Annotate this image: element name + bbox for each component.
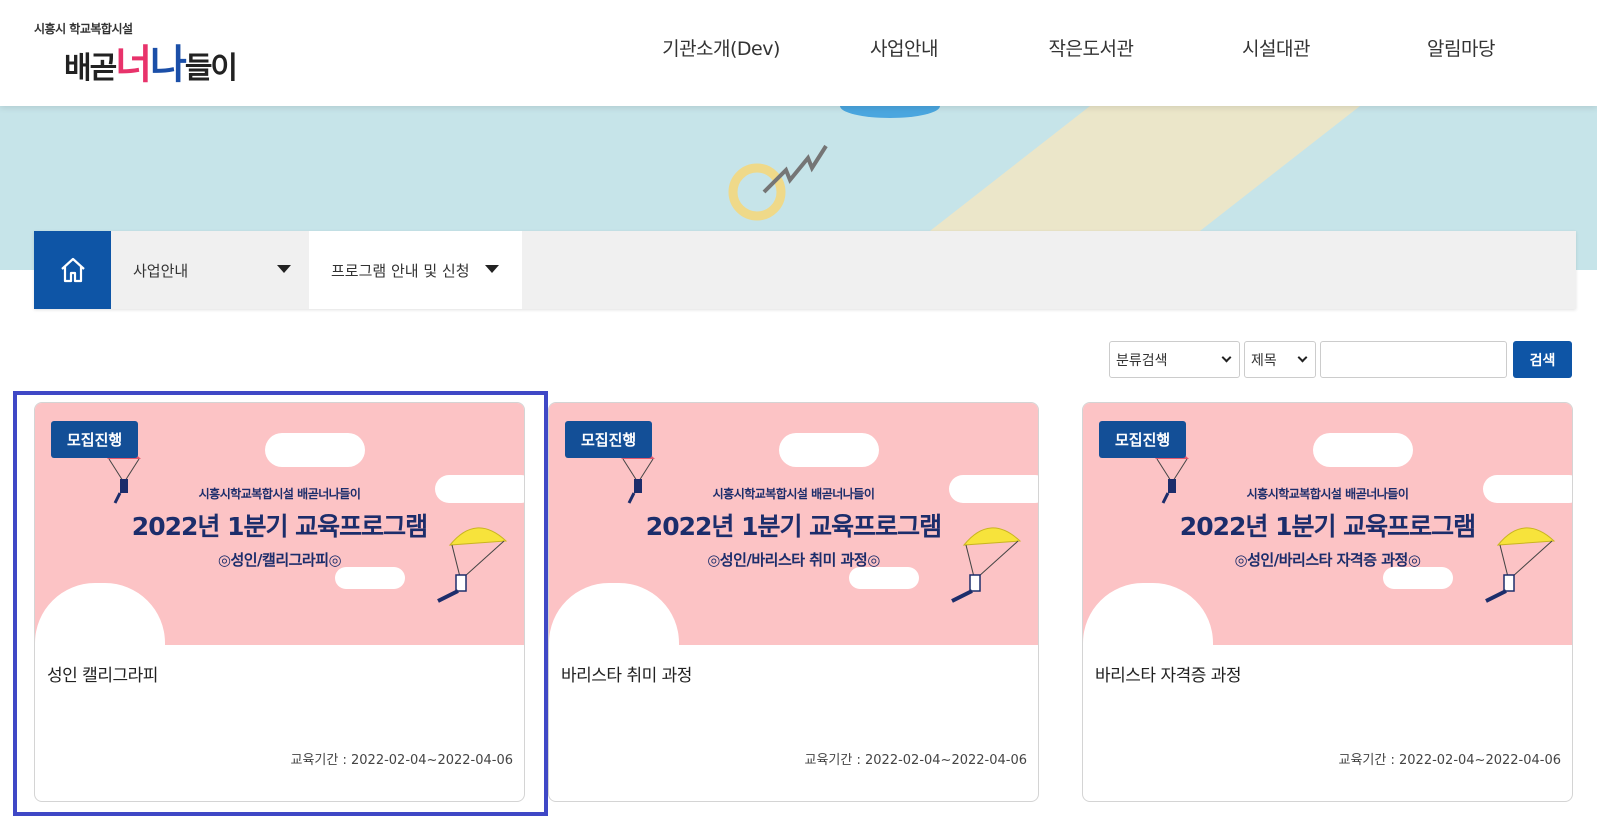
program-poster: 모집진행 시흥시학교복합시설 배곧너나들이 2022년 1분기 교육프로그램 ◎… xyxy=(549,403,1038,645)
nav-item-rental[interactable]: 시설대관 xyxy=(1166,34,1386,61)
poster-org: 시흥시학교복합시설 배곧너나들이 xyxy=(712,487,875,501)
site-logo[interactable]: 시흥시 학교복합시설 배곧너나들이 xyxy=(30,4,310,94)
program-poster: 모집진행 시흥시학교복합시설 배곧너나들이 2022년 1분기 교육프로그램 ◎… xyxy=(35,403,524,645)
logo-wordmark: 배곧너나들이 xyxy=(64,42,238,88)
program-card-list: 모집진행 시흥시학교복합시설 배곧너나들이 2022년 1분기 교육프로그램 ◎… xyxy=(34,402,1576,802)
breadcrumb-level1-dropdown[interactable]: 사업안내 xyxy=(111,231,309,309)
breadcrumb-level2-dropdown[interactable]: 프로그램 안내 및 신청 xyxy=(309,231,522,309)
breadcrumb-level2-label: 프로그램 안내 및 신청 xyxy=(331,261,470,280)
search-bar: 분류검색 제목 검색 xyxy=(1109,341,1572,378)
field-select[interactable]: 제목 xyxy=(1244,341,1316,378)
card-period: 교육기간 : 2022-02-04~2022-04-06 xyxy=(290,753,513,768)
program-card[interactable]: 모집진행 시흥시학교복합시설 배곧너나들이 2022년 1분기 교육프로그램 ◎… xyxy=(548,402,1039,802)
status-badge: 모집진행 xyxy=(51,421,139,458)
card-period: 교육기간 : 2022-02-04~2022-04-06 xyxy=(804,753,1027,768)
status-badge: 모집진행 xyxy=(1099,421,1187,458)
breadcrumb-level1-label: 사업안내 xyxy=(133,261,189,280)
poster-headline: 2022년 1분기 교육프로그램 xyxy=(1179,512,1476,541)
card-title[interactable]: 성인 캘리그라피 xyxy=(47,661,158,686)
home-button[interactable] xyxy=(34,231,111,309)
home-icon xyxy=(60,257,85,283)
poster-subtitle: ◎성인/바리스타 자격증 과정◎ xyxy=(1234,551,1421,569)
poster-org: 시흥시학교복합시설 배곧너나들이 xyxy=(198,487,361,501)
nav-item-business[interactable]: 사업안내 xyxy=(792,34,1016,61)
poster-subtitle: ◎성인/캘리그라피◎ xyxy=(217,551,342,569)
poster-subtitle: ◎성인/바리스타 취미 과정◎ xyxy=(707,551,880,569)
main-nav: 기관소개(Dev) 사업안내 작은도서관 시설대관 알림마당 xyxy=(650,34,1536,61)
card-period: 교육기간 : 2022-02-04~2022-04-06 xyxy=(1338,753,1561,768)
caret-down-icon xyxy=(485,265,499,273)
category-select-value: 분류검색 xyxy=(1116,352,1168,369)
program-card[interactable]: 모집진행 시흥시학교복합시설 배곧너나들이 2022년 1분기 교육프로그램 ◎… xyxy=(34,402,525,802)
search-button[interactable]: 검색 xyxy=(1513,341,1572,378)
chevron-down-icon xyxy=(1297,352,1308,363)
poster-org: 시흥시학교복합시설 배곧너나들이 xyxy=(1246,487,1409,501)
field-select-value: 제목 xyxy=(1251,352,1277,369)
nav-item-about[interactable]: 기관소개(Dev) xyxy=(650,34,792,61)
poster-headline: 2022년 1분기 교육프로그램 xyxy=(645,512,942,541)
status-badge: 모집진행 xyxy=(565,421,653,458)
chevron-down-icon xyxy=(1221,352,1232,363)
nav-item-library[interactable]: 작은도서관 xyxy=(1016,34,1166,61)
search-input[interactable] xyxy=(1320,341,1507,378)
card-title[interactable]: 바리스타 자격증 과정 xyxy=(1095,661,1242,686)
caret-down-icon xyxy=(277,265,291,273)
breadcrumb: 사업안내 프로그램 안내 및 신청 xyxy=(34,231,1576,309)
program-card[interactable]: 모집진행 시흥시학교복합시설 배곧너나들이 2022년 1분기 교육프로그램 ◎… xyxy=(1082,402,1573,802)
card-title[interactable]: 바리스타 취미 과정 xyxy=(561,661,692,686)
program-poster: 모집진행 시흥시학교복합시설 배곧너나들이 2022년 1분기 교육프로그램 ◎… xyxy=(1083,403,1572,645)
site-header: 시흥시 학교복합시설 배곧너나들이 기관소개(Dev) 사업안내 작은도서관 시… xyxy=(0,0,1597,106)
poster-headline: 2022년 1분기 교육프로그램 xyxy=(131,512,428,541)
category-select[interactable]: 분류검색 xyxy=(1109,341,1240,378)
nav-item-notice[interactable]: 알림마당 xyxy=(1386,34,1536,61)
